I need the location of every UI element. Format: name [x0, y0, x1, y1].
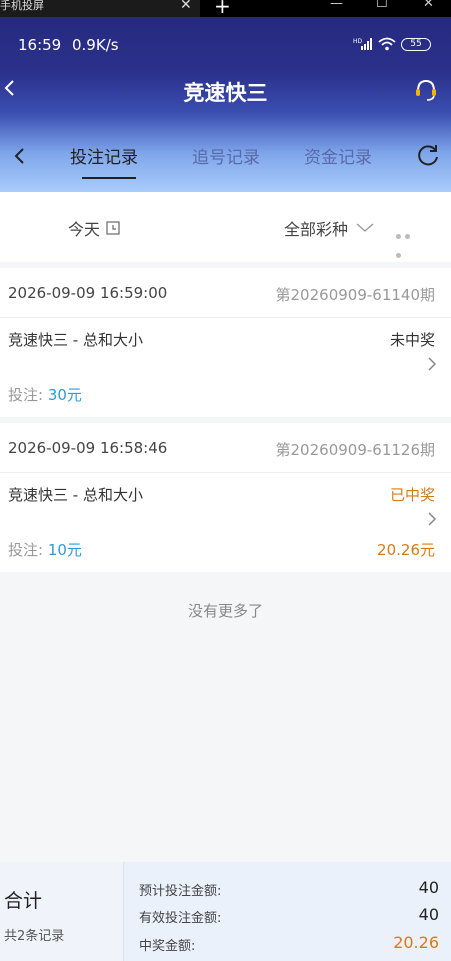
record-issue: 第20260909-61126期 — [275, 441, 435, 459]
win-value: 20.26 — [393, 933, 439, 952]
summary-expected-row: 预计投注金额: 40 — [139, 878, 439, 899]
tabs-back-icon[interactable] — [10, 145, 30, 167]
expected-value: 40 — [418, 878, 439, 897]
record-header: 2026-09-09 16:58:46 第20260909-61126期 — [0, 423, 451, 473]
refresh-icon[interactable] — [415, 142, 441, 168]
lottery-filter-label: 全部彩种 — [284, 220, 349, 239]
page-title: 竞速快三 — [183, 81, 268, 105]
window-titlebar: 手机投屏 ✕ + — ☐ ✕ — [0, 0, 451, 18]
valid-label: 有效投注金额: — [139, 911, 222, 926]
new-tab-button[interactable]: + — [214, 0, 231, 18]
record-game: 竞速快三 - 总和大小 — [8, 331, 143, 349]
app-header: 16:59 0.9K/s HD 55 竞速快三 投注记录 追号记录 资金记录 — [0, 17, 451, 192]
summary-left: 合计 共2条记录 — [0, 862, 124, 961]
summary-valid-row: 有效投注金额: 40 — [139, 905, 439, 926]
wifi-icon — [378, 37, 396, 51]
lottery-filter[interactable]: 全部彩种 — [284, 216, 374, 240]
win-label: 中奖金额: — [139, 939, 196, 954]
nav-back-icon[interactable] — [2, 77, 20, 99]
record-status: 未中奖 — [389, 331, 435, 349]
network-type-label: HD — [353, 38, 363, 45]
summary-count: 共2条记录 — [4, 929, 65, 944]
summary-win-row: 中奖金额: 20.26 — [139, 933, 439, 954]
close-window-button[interactable]: ✕ — [423, 0, 434, 11]
battery-indicator: 55 — [401, 37, 431, 51]
calendar-icon — [106, 221, 120, 235]
status-speed: 0.9K/s — [72, 36, 119, 54]
chevron-down-icon — [356, 223, 374, 232]
bet-amount: 30元 — [47, 386, 82, 404]
tab-fund-records[interactable]: 资金记录 — [304, 143, 372, 168]
record-time: 2026-09-09 16:59:00 — [8, 284, 168, 302]
signal-icon: HD — [353, 38, 372, 50]
maximize-button[interactable]: ☐ — [376, 0, 388, 11]
record-header: 2026-09-09 16:59:00 第20260909-61140期 — [0, 268, 451, 318]
record-card[interactable]: 2026-09-09 16:59:00 第20260909-61140期 竞速快… — [0, 268, 451, 417]
record-card[interactable]: 2026-09-09 16:58:46 第20260909-61126期 竞速快… — [0, 423, 451, 572]
record-bet: 投注: 10元 — [8, 539, 82, 560]
record-time: 2026-09-09 16:58:46 — [8, 439, 168, 457]
expected-label: 预计投注金额: — [139, 884, 222, 899]
status-icons: HD 55 — [353, 37, 431, 51]
no-more-text: 没有更多了 — [187, 602, 263, 620]
filter-bar: 今天 全部彩种 — [0, 192, 451, 262]
record-issue: 第20260909-61140期 — [275, 286, 435, 304]
tab-bet-records[interactable]: 投注记录 — [70, 143, 138, 168]
bet-amount: 10元 — [47, 541, 82, 559]
summary-footer: 合计 共2条记录 预计投注金额: 40 有效投注金额: 40 中奖金额: 20.… — [0, 862, 451, 961]
bet-label: 投注: — [8, 541, 44, 559]
bet-label: 投注: — [8, 386, 44, 404]
tab-chase-records[interactable]: 追号记录 — [192, 143, 260, 168]
chevron-right-icon[interactable] — [427, 511, 437, 527]
tab-close-icon[interactable]: ✕ — [180, 0, 192, 13]
date-filter[interactable]: 今天 — [68, 216, 120, 240]
summary-title: 合计 — [4, 890, 43, 912]
headset-icon[interactable] — [413, 77, 439, 103]
window-tab-title: 手机投屏 — [0, 0, 44, 12]
record-game: 竞速快三 - 总和大小 — [8, 486, 143, 504]
window-tab[interactable]: 手机投屏 ✕ — [0, 0, 200, 17]
record-bet: 投注: 30元 — [8, 384, 82, 405]
more-options-icon[interactable] — [396, 224, 422, 258]
valid-value: 40 — [418, 905, 439, 924]
date-filter-label: 今天 — [68, 220, 101, 239]
chevron-right-icon[interactable] — [427, 356, 437, 372]
record-status: 已中奖 — [389, 486, 435, 504]
minimize-button[interactable]: — — [330, 0, 343, 11]
win-amount: 20.26元 — [377, 541, 435, 559]
status-time: 16:59 — [18, 36, 62, 54]
active-tab-indicator — [82, 177, 136, 179]
